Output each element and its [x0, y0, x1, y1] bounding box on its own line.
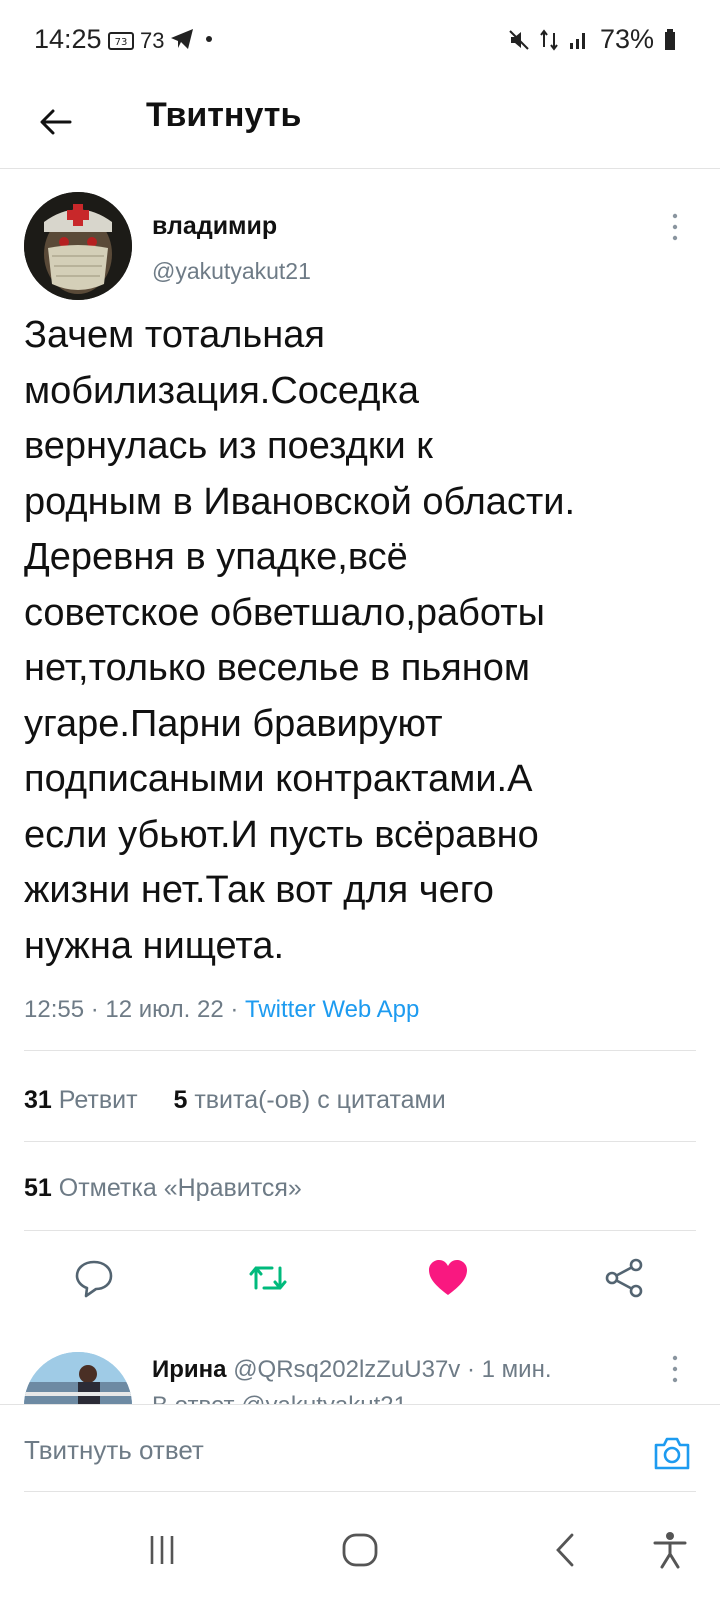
tweet-source-link[interactable]: Twitter Web App — [245, 996, 419, 1023]
retweet-stats[interactable]: 31 Ретвит 5 твита(-ов) с цитатами — [24, 1086, 446, 1115]
notification-badge-icon: 73 — [108, 32, 134, 50]
notification-count: 73 — [140, 28, 165, 53]
status-bar: 14:25 73 73 73% — [0, 0, 720, 80]
like-count: 51 — [24, 1174, 52, 1202]
camera-icon[interactable] — [652, 1433, 692, 1473]
reply-composer: Твитнуть ответ — [0, 1404, 720, 1493]
telegram-icon — [171, 29, 193, 49]
like-stats[interactable]: 51 Отметка «Нравится» — [24, 1174, 302, 1203]
retweet-icon[interactable] — [246, 1256, 290, 1300]
avatar-image — [24, 192, 132, 300]
system-nav-bar — [0, 1492, 720, 1600]
battery-percent: 73% — [599, 24, 654, 54]
more-vertical-icon[interactable] — [670, 1354, 680, 1384]
reply-input[interactable]: Твитнуть ответ — [24, 1435, 204, 1466]
author-name[interactable]: владимир — [152, 212, 277, 241]
accessibility-icon[interactable] — [650, 1530, 690, 1570]
reply-icon[interactable] — [72, 1256, 116, 1300]
share-icon[interactable] — [602, 1256, 646, 1300]
like-icon[interactable] — [426, 1256, 470, 1300]
reply-time: · 1 мин. — [466, 1356, 552, 1383]
tweet-time: 12:55 — [24, 996, 85, 1023]
retweet-count: 31 — [24, 1086, 52, 1114]
retweet-label: Ретвит — [58, 1086, 138, 1114]
divider — [24, 1050, 696, 1051]
battery-icon — [665, 28, 675, 50]
divider — [24, 1230, 696, 1231]
author-handle[interactable]: @yakutyakut21 — [152, 258, 311, 285]
tweet-text: Зачем тотальная мобилизация.Соседка верн… — [24, 314, 576, 967]
tweet-meta: 12:55 · 12 июл. 22 · Twitter Web App — [24, 996, 419, 1024]
data-arrows-icon — [540, 28, 558, 51]
reply-author-name[interactable]: Ирина — [152, 1356, 227, 1383]
reply-avatar[interactable] — [24, 1352, 132, 1412]
notification-dot-icon — [206, 36, 212, 42]
mute-icon — [509, 29, 529, 50]
recent-apps-icon[interactable] — [142, 1530, 182, 1570]
reply-partial-text: В ответ @yakutyakut21 — [152, 1392, 407, 1404]
quote-count: 5 — [173, 1086, 188, 1114]
like-label: Отметка «Нравится» — [58, 1174, 302, 1202]
status-right: 73% — [508, 24, 676, 55]
app-header: Твитнуть — [0, 80, 720, 169]
home-icon[interactable] — [340, 1530, 380, 1570]
signal-icon — [569, 32, 585, 49]
meta-separator: · — [84, 996, 106, 1023]
back-nav-icon[interactable] — [546, 1530, 586, 1570]
status-time: 14:25 — [34, 24, 102, 54]
more-vertical-icon[interactable] — [670, 212, 680, 242]
meta-separator: · — [223, 996, 245, 1023]
author-avatar[interactable] — [24, 192, 132, 300]
arrow-left-icon[interactable] — [36, 102, 76, 142]
quote-label: твита(-ов) с цитатами — [194, 1086, 446, 1114]
divider — [24, 1141, 696, 1142]
svg-text:73: 73 — [115, 37, 128, 48]
tweet-date: 12 июл. 22 — [105, 996, 224, 1023]
reply-author-handle[interactable]: @QRsq202lzZuU37v — [233, 1356, 460, 1383]
page-title: Твитнуть — [146, 96, 302, 134]
reply-header: Ирина @QRsq202lzZuU37v · 1 мин. — [152, 1356, 552, 1384]
reply-avatar-image — [24, 1352, 132, 1412]
